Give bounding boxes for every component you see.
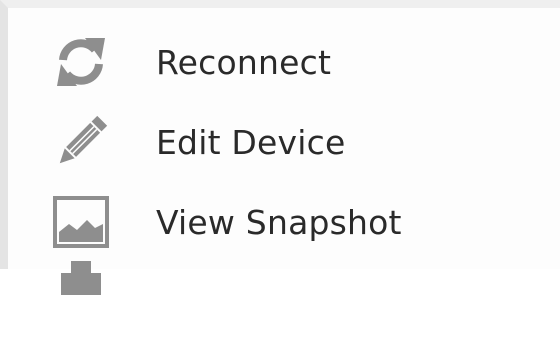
context-menu: Reconnect Edit Device View Snapshot <box>0 0 560 295</box>
menu-item-label: Edit Device <box>156 122 346 162</box>
image-icon <box>46 187 116 257</box>
refresh-icon <box>46 27 116 97</box>
menu-item-reconnect[interactable]: Reconnect <box>16 22 556 102</box>
printer-icon <box>46 254 116 324</box>
menu-item-view-snapshot[interactable]: View Snapshot <box>16 182 556 262</box>
menu-item-label: View Snapshot <box>156 202 402 242</box>
pencil-icon <box>46 107 116 177</box>
menu-item-edit-device[interactable]: Edit Device <box>16 102 556 182</box>
menu-item-partial[interactable] <box>16 258 556 338</box>
menu-item-label: Reconnect <box>156 42 332 82</box>
